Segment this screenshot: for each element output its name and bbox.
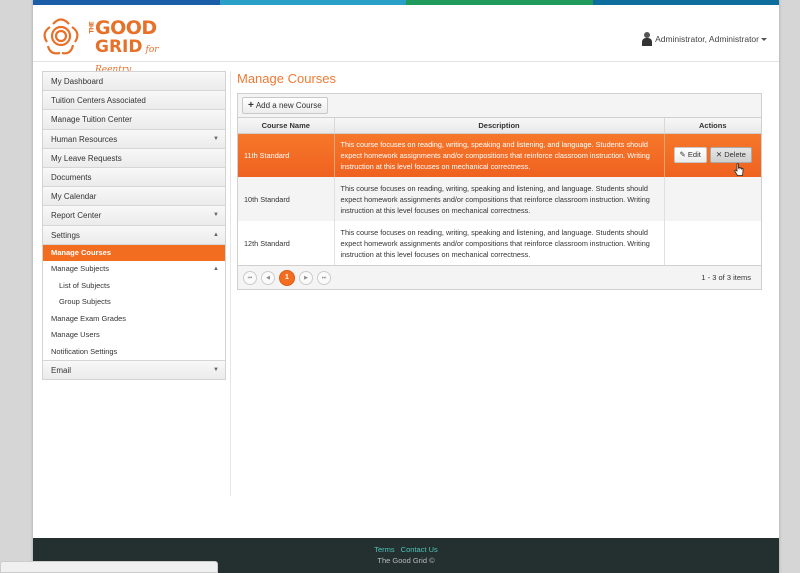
first-page-icon[interactable]: ⏮ [243,271,257,285]
sidebar-item-notification-settings[interactable]: Notification Settings [43,344,225,361]
close-icon: ✕ [715,150,723,160]
browser-bottom-tab[interactable] [0,561,218,573]
sidebar-item-settings[interactable]: Settings ▲ [43,225,225,245]
hand-cursor-icon [734,163,744,176]
sidebar-item-manage-courses[interactable]: Manage Courses [43,244,225,262]
delete-button[interactable]: ✕ Delete [709,147,752,164]
user-name: Administrator, Administrator [655,34,759,44]
course-description-cell: This course focuses on reading, writing,… [334,177,665,221]
sidebar-item-my-calendar[interactable]: My Calendar [43,187,225,207]
sidebar: My Dashboard Tuition Centers Associated … [42,71,226,381]
sidebar-item-my-leave-requests[interactable]: My Leave Requests [43,148,225,168]
last-page-icon[interactable]: ⏭ [317,271,331,285]
column-divider [230,71,231,496]
terms-link[interactable]: Terms [374,545,394,554]
edit-button[interactable]: ✎ Edit [673,147,707,164]
course-name-cell: 11th Standard [238,133,335,177]
course-description-cell: This course focuses on reading, writing,… [334,133,665,177]
flower-logo-icon [43,18,79,55]
sidebar-item-group-subjects[interactable]: Group Subjects [43,294,225,311]
header: THEGOOD GRID for Reentry Administrator, A… [33,5,779,75]
grid-pager: ⏮ ◀ 1 ▶ ⏭ 1 - 3 of 3 items [238,265,761,289]
expand-arrow-icon: ▼ [213,135,219,142]
pencil-icon: ✎ [679,150,686,160]
course-name-cell: 12th Standard [238,221,335,265]
column-header-description[interactable]: Description [334,118,665,134]
prev-page-icon[interactable]: ◀ [261,271,275,285]
plus-icon: + [248,100,254,111]
pager-info: 1 - 3 of 3 items [701,273,751,282]
sidebar-item-manage-tuition-center[interactable]: Manage Tuition Center [43,110,225,130]
main-content: Manage Courses + Add a new Course Course … [237,71,762,290]
table-row[interactable]: 10th Standard This course focuses on rea… [238,177,761,221]
logo-text-good: THEGOOD [88,17,158,39]
page-title: Manage Courses [237,71,336,86]
user-menu[interactable]: Administrator, Administrator [642,32,767,46]
course-name-cell: 10th Standard [238,177,335,221]
actions-cell: ✎ Edit ✕ Delete [664,133,761,177]
user-avatar-icon [642,32,653,46]
courses-table: Course Name Description Actions 11th Sta… [238,118,761,265]
next-page-icon[interactable]: ▶ [299,271,313,285]
logo[interactable]: THEGOOD GRID for Reentry [41,13,181,75]
sidebar-item-manage-users[interactable]: Manage Users [43,327,225,344]
sidebar-item-manage-subjects[interactable]: Manage Subjects ▲ [43,261,225,278]
sidebar-item-my-dashboard[interactable]: My Dashboard [43,72,225,92]
collapse-arrow-icon: ▲ [213,231,219,238]
add-course-button[interactable]: + Add a new Course [242,97,328,114]
actions-cell [664,221,761,265]
sidebar-item-list-of-subjects[interactable]: List of Subjects [43,278,225,295]
actions-cell [664,177,761,221]
sidebar-item-human-resources[interactable]: Human Resources ▼ [43,129,225,149]
sidebar-item-manage-exam-grades[interactable]: Manage Exam Grades [43,311,225,328]
expand-arrow-icon: ▼ [213,367,219,374]
sidebar-item-report-center[interactable]: Report Center ▼ [43,206,225,226]
table-row[interactable]: 12th Standard This course focuses on rea… [238,221,761,265]
chevron-down-icon [761,37,767,41]
courses-grid: + Add a new Course Course Name Descriptio… [237,93,762,290]
expand-arrow-icon: ▼ [213,212,219,219]
sidebar-item-tuition-centers-associated[interactable]: Tuition Centers Associated [43,91,225,111]
column-header-actions: Actions [664,118,761,134]
sidebar-item-documents[interactable]: Documents [43,167,225,188]
course-description-cell: This course focuses on reading, writing,… [334,221,665,265]
page: THEGOOD GRID for Reentry Administrator, A… [33,0,779,573]
grid-toolbar: + Add a new Course [238,94,761,118]
settings-submenu: Manage Courses Manage Subjects ▲ List of … [43,244,225,361]
page-number-button[interactable]: 1 [279,270,295,286]
sidebar-item-email[interactable]: Email ▼ [43,360,225,380]
collapse-arrow-icon: ▲ [213,266,219,273]
contact-us-link[interactable]: Contact Us [401,545,438,554]
column-header-course-name[interactable]: Course Name [238,118,335,134]
table-row[interactable]: 11th Standard This course focuses on rea… [238,133,761,177]
